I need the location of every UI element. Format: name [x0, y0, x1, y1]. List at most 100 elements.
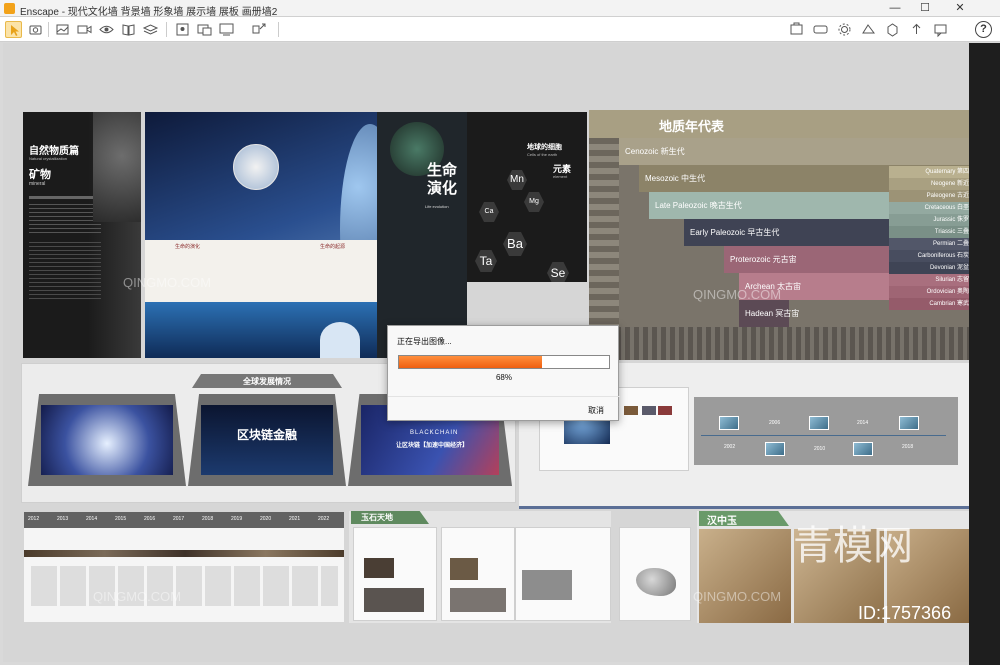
batch-render-icon[interactable] — [218, 21, 235, 38]
stripe-triassic: Triassic 三叠纪 — [889, 226, 969, 238]
layers-icon[interactable] — [142, 21, 159, 38]
element-hex-mn: Mn — [507, 170, 527, 190]
year-2016: 2016 — [144, 516, 156, 522]
export-progress-fill — [399, 356, 542, 368]
book-icon[interactable] — [120, 21, 137, 38]
window-title: Enscape - 现代文化墙 背景墙 形象墙 展示墙 展板 画册墙2 — [20, 7, 278, 18]
timeline-photo-3 — [809, 416, 829, 430]
title-bar: Enscape - 现代文化墙 背景墙 形象墙 展示墙 展板 画册墙2 — ☐ … — [0, 0, 1000, 18]
year-2012: 2012 — [28, 516, 40, 522]
export-dialog-footer: 取消 — [388, 396, 620, 422]
stripe-quaternary: Quaternary 第四纪 — [889, 166, 969, 178]
element-panel-title-en: Cells of the earth — [527, 152, 558, 157]
geology-panel: 地质年代表 Cenozoic 新生代 Mesozoic 中生代 Late Pal… — [589, 110, 969, 360]
screen-blockchain-finance: 区块链金融 — [188, 394, 346, 486]
enscape-window: Enscape - 现代文化墙 背景墙 形象墙 展示墙 展板 画册墙2 — ☐ … — [0, 0, 1000, 665]
han-jade-title: 汉中玉 — [707, 516, 737, 527]
timeline-photo-5 — [899, 416, 919, 430]
camera-icon[interactable] — [27, 21, 44, 38]
year-2017: 2017 — [173, 516, 185, 522]
year-2015: 2015 — [115, 516, 127, 522]
global-panel-title: 全球发展情况 — [243, 377, 291, 386]
mineral-panel-title: 自然物质篇 — [29, 146, 79, 157]
map-icon[interactable] — [174, 21, 191, 38]
timeline-photo-2 — [765, 442, 785, 456]
jade-world-title: 玉石天地 — [361, 513, 393, 522]
screen3-title: 让区块链【加速中国经济】 — [396, 443, 469, 449]
asset-library-icon[interactable] — [884, 21, 901, 38]
jade-card-2 — [441, 527, 515, 621]
evolution-panel: 生命演化 Life evolution 生命的演化 生命的起源 — [145, 112, 467, 358]
stripe-cambrian: Cambrian 寒武纪 — [889, 298, 969, 310]
timeline-year-2014: 2014 — [857, 420, 869, 426]
vr-icon[interactable] — [812, 21, 829, 38]
element-hex-ta: Ta — [475, 250, 497, 272]
years-panel: 2012 2013 2014 2015 2016 2017 2018 2019 … — [23, 511, 345, 623]
maximize-button[interactable]: ☐ — [910, 0, 940, 17]
screen3-en: BLACKCHAIN — [410, 430, 459, 436]
close-button[interactable]: ✕ — [940, 0, 980, 17]
jade-world-panel: 玉石天地 — [349, 511, 611, 623]
element-hex-ba: Ba — [503, 232, 527, 256]
evolution-title-en: Life evolution — [425, 204, 449, 209]
year-2014: 2014 — [86, 516, 98, 522]
evolution-caption-2: 生命的起源 — [320, 244, 346, 250]
minimize-button[interactable]: — — [880, 0, 910, 17]
export-progress-percent: 68% — [495, 373, 512, 382]
upload-icon[interactable] — [908, 21, 925, 38]
panorama-icon[interactable] — [250, 21, 267, 38]
right-edge-strip — [969, 43, 1000, 665]
eye-icon[interactable] — [98, 21, 115, 38]
timeline-photo-1 — [719, 416, 739, 430]
jade-card-3 — [515, 527, 611, 621]
element-hex-se: Se — [547, 262, 569, 282]
settings-icon[interactable] — [836, 21, 853, 38]
element-panel: 地球的细胞 Cells of the earth 元素 element Mn C… — [467, 112, 587, 282]
cancel-button[interactable]: 取消 — [588, 405, 604, 416]
geology-band-hadean: Hadean 冥古宙 — [739, 300, 799, 327]
enscape-app-icon — [4, 3, 15, 14]
help-button[interactable]: ? — [975, 21, 992, 38]
year-2021: 2021 — [289, 516, 301, 522]
stripe-paleogene: Paleogene 古近纪 — [889, 190, 969, 202]
timeline-year-2018: 2018 — [902, 444, 914, 450]
stripe-permian: Permian 二叠纪 — [889, 238, 969, 250]
export-icon[interactable] — [788, 21, 805, 38]
geology-band-cenozoic: Cenozoic 新生代 — [619, 138, 969, 165]
jade-card-1 — [353, 527, 437, 621]
watermark-brand-3: QINGMO.COM — [93, 589, 182, 604]
timeline-photo-4 — [853, 442, 873, 456]
watermark-brand-2: QINGMO.COM — [693, 287, 782, 302]
element-hex-ca: Ca — [479, 202, 499, 222]
timeline-year-2002: 2002 — [724, 444, 736, 450]
feedback-icon[interactable] — [932, 21, 949, 38]
export-progress-bar — [398, 355, 610, 369]
year-2022: 2022 — [318, 516, 330, 522]
stripe-jurassic: Jurassic 侏罗纪 — [889, 214, 969, 226]
stripe-neogene: Neogene 新近纪 — [889, 178, 969, 190]
element-heading-en: element — [553, 174, 568, 179]
timeline-board — [694, 397, 958, 465]
pointer-icon[interactable] — [5, 21, 22, 38]
screen2-title: 区块链金融 — [236, 428, 297, 442]
capture-icon[interactable] — [54, 21, 71, 38]
stripe-carboniferous: Carboniferous 石炭纪 — [889, 250, 969, 262]
year-2013: 2013 — [57, 516, 69, 522]
element-panel-title: 地球的细胞 — [527, 144, 562, 151]
stripe-cretaceous: Cretaceous 白垩纪 — [889, 202, 969, 214]
export-dialog-title: 正在导出图像... — [397, 337, 452, 346]
toolbar: ? — [0, 17, 1000, 42]
year-2019: 2019 — [231, 516, 243, 522]
screenshot-icon[interactable] — [196, 21, 213, 38]
geology-title: 地质年代表 — [659, 119, 725, 134]
render-viewport[interactable]: 自然物质篇 Natural crystallization 矿物 mineral… — [3, 43, 969, 662]
watermark-logo: 青模网 — [793, 524, 913, 568]
screen-robot — [28, 394, 186, 486]
mineral-panel: 自然物质篇 Natural crystallization 矿物 mineral — [23, 112, 141, 358]
watermark-brand-1: QINGMO.COM — [123, 275, 212, 290]
stone-card — [619, 527, 691, 621]
visual-settings-icon[interactable] — [860, 21, 877, 38]
stripe-devonian: Devonian 泥盆纪 — [889, 262, 969, 274]
video-icon[interactable] — [76, 21, 93, 38]
evolution-caption-1: 生命的演化 — [175, 244, 201, 250]
